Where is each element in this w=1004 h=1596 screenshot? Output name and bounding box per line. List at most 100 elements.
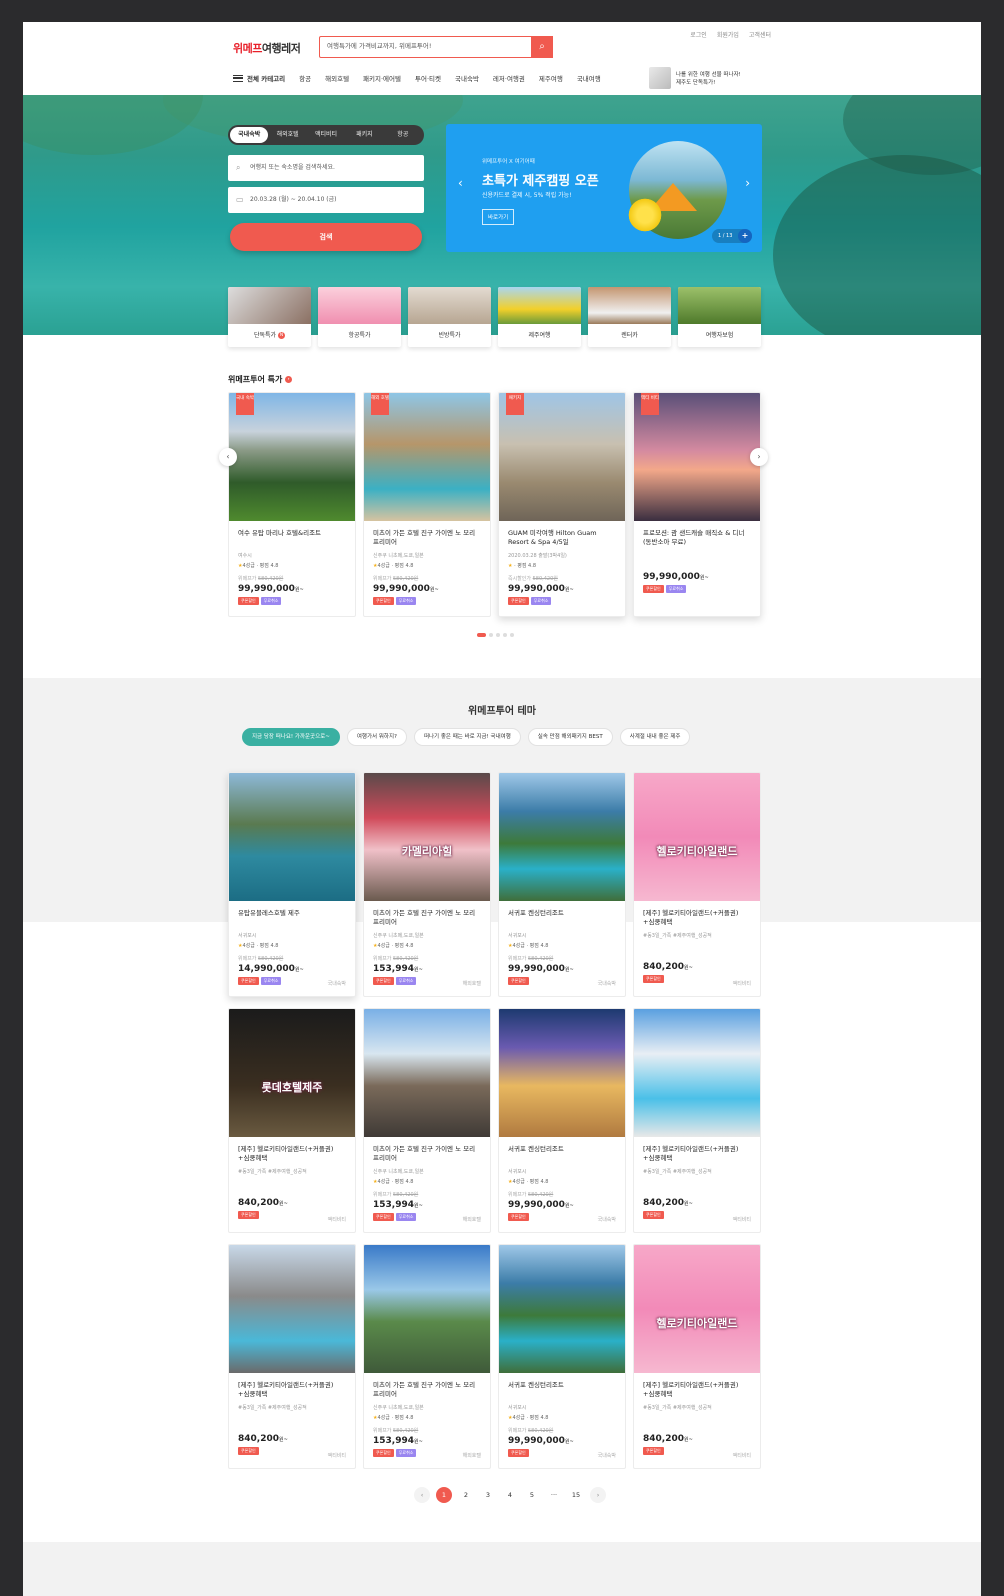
card-price-value: 840,200 xyxy=(238,1198,279,1208)
theme-card[interactable]: 카멜리아힐 미츠이 가든 호텔 진구 가이엔 노 모리 프리미어 신주쿠 니초메,도… xyxy=(363,772,491,997)
card-orig-label: 위메프가 xyxy=(373,956,392,962)
card-grade: ★4성급 · 평점 4.8 xyxy=(508,943,549,949)
quick-rentcar[interactable]: 렌터카 xyxy=(588,287,671,347)
all-category-button[interactable]: 전체 카테고리 xyxy=(233,73,285,83)
card-price-unit: 원~ xyxy=(429,587,439,593)
page-button[interactable]: 15 xyxy=(568,1487,584,1503)
tab-overseas-hotel[interactable]: 해외호텔 xyxy=(268,127,306,143)
card-orig-price: 580,420원 xyxy=(393,1428,419,1434)
special-card[interactable]: 해외 호텔 미츠이 가든 호텔 진구 가이엔 노 모리 프리미어 신주쿠 니초메,도… xyxy=(363,392,491,617)
card-tag-badge: 무료취소 xyxy=(395,1449,417,1457)
date-input[interactable]: ▭ 20.03.28 (월) ~ 20.04.10 (금) xyxy=(228,187,424,213)
banner-prev-icon[interactable]: ‹ xyxy=(458,176,463,190)
quick-vacancy[interactable]: 빈방특가 xyxy=(408,287,491,347)
nav-item[interactable]: 국내숙박 xyxy=(455,73,479,83)
theme-chip[interactable]: 여행가서 뭐하지? xyxy=(346,728,407,746)
card-tag-badge: 무료취소 xyxy=(530,597,552,605)
theme-title: 위메프투어 테마 xyxy=(468,706,536,717)
hero-search-button[interactable]: 검색 xyxy=(230,223,422,251)
card-grade xyxy=(238,1178,346,1184)
page-prev-button[interactable]: ‹ xyxy=(414,1487,430,1503)
theme-chip[interactable]: 사계절 내내 좋은 제주 xyxy=(619,728,691,746)
special-card[interactable]: 액티 비티 프로모션: 괌 샌드캐슬 매직쇼 & 디너 (동반소아 무료) 99,… xyxy=(633,392,761,617)
card-price-value: 99,990,000 xyxy=(508,964,565,974)
nav-item[interactable]: 항공 xyxy=(299,73,311,83)
tab-flight[interactable]: 항공 xyxy=(384,127,422,143)
page-button[interactable]: 5 xyxy=(524,1487,540,1503)
card-type: 액티비티 xyxy=(327,1217,346,1223)
card-price-value: 840,200 xyxy=(238,1434,279,1444)
special-card[interactable]: 패키지 GUAM 미각여행 Hilton Guam Resort & Spa 4/… xyxy=(498,392,626,617)
tab-activity[interactable]: 액티비티 xyxy=(307,127,345,143)
page-button[interactable]: 1 xyxy=(436,1487,452,1503)
theme-card[interactable]: 유탑유블레스호텔 제주 서귀포시 ★4성급 · 평점 4.8 위메프가 580,420… xyxy=(228,772,356,997)
logo-brand: 위메프 xyxy=(233,42,262,55)
help-link[interactable]: 고객센터 xyxy=(749,30,771,39)
banner-go-button[interactable]: 바로가기 xyxy=(482,209,515,225)
tab-domestic[interactable]: 국내숙박 xyxy=(230,127,269,143)
banner-sub: 위메프투어 X 여기어때 xyxy=(482,159,535,165)
quick-insurance[interactable]: 여행자보험 xyxy=(678,287,761,347)
card-price-unit: 원~ xyxy=(699,575,709,581)
page-button[interactable]: 3 xyxy=(480,1487,496,1503)
quick-image xyxy=(678,287,761,324)
search-button[interactable]: ⌕ xyxy=(531,36,553,58)
header-promo[interactable]: 나를 위한 여행 선물 떠나자! 제주도 단독특가! xyxy=(649,66,761,90)
plus-icon[interactable]: + xyxy=(738,229,752,243)
card-grade: ★4성급 · 평점 4.8 xyxy=(508,1415,549,1421)
theme-card[interactable]: 헬로키티아일랜드 [제주] 헬로키티아일랜드(+커플권) +심쿵혜택 #동3일_가족… xyxy=(633,772,761,997)
card-price: 153,994원~ xyxy=(373,964,481,974)
pagination: ‹ 1 2 3 4 5 ··· 15 › xyxy=(414,1487,606,1503)
card-image: 패키지 xyxy=(499,393,625,521)
quick-exclusive[interactable]: 단독특가 N xyxy=(228,287,311,347)
page-button[interactable]: 2 xyxy=(458,1487,474,1503)
nav-item[interactable]: 패키지·에어텔 xyxy=(363,73,401,83)
nav-item[interactable]: 제주여행 xyxy=(539,73,563,83)
nav-item[interactable]: 투어·티켓 xyxy=(415,73,441,83)
nav-item[interactable]: 레저·여행권 xyxy=(493,73,525,83)
tab-package[interactable]: 패키지 xyxy=(345,127,383,143)
theme-card[interactable]: 서귀포 켄싱턴리조트 서귀포시 ★4성급 · 평점 4.8 위메프가 580,420원… xyxy=(498,1244,626,1469)
nav-item[interactable]: 해외호텔 xyxy=(325,73,349,83)
card-orig xyxy=(643,564,751,570)
quick-jeju[interactable]: 제주여행 xyxy=(498,287,581,347)
page-next-button[interactable]: › xyxy=(590,1487,606,1503)
card-tag-badge: 쿠폰할인 xyxy=(643,1211,664,1219)
card-location: 여수시 xyxy=(238,553,252,559)
special-next-icon[interactable]: › xyxy=(750,448,768,466)
card-location: 서귀포시 xyxy=(508,933,527,939)
all-category-label: 전체 카테고리 xyxy=(247,75,286,83)
card-location: 신주쿠 니초메,도쿄,일본 xyxy=(373,933,424,939)
nav-item[interactable]: 국내여행 xyxy=(577,73,601,83)
theme-chip[interactable]: 지금 당장 떠나요! 가까운곳으로~ xyxy=(242,728,340,746)
destination-input[interactable]: ⌕ 여행지 또는 숙소명을 검색하세요. xyxy=(228,155,424,181)
card-price-unit: 원~ xyxy=(294,967,304,973)
special-prev-icon[interactable]: ‹ xyxy=(219,448,237,466)
theme-chip[interactable]: 실속 만점 해외패키지 BEST xyxy=(527,728,613,746)
util-links: 로그인 회원가입 고객센터 xyxy=(690,30,771,39)
theme-card[interactable]: [제주] 헬로키티아일랜드(+커플권) +심쿵혜택 #동3일_가족 #제주여행_성… xyxy=(228,1244,356,1469)
signup-link[interactable]: 회원가입 xyxy=(717,30,739,39)
main-banner[interactable]: ‹ › 위메프투어 X 여기어때 초특가 제주캠핑 오픈 신용카드로 결제 시,… xyxy=(446,124,762,252)
theme-card[interactable]: 서귀포 켄싱턴리조트 서귀포시 ★4성급 · 평점 4.8 위메프가 580,420원… xyxy=(498,772,626,997)
page-button[interactable]: 4 xyxy=(502,1487,518,1503)
quick-label: 단독특가 xyxy=(253,332,277,339)
theme-card[interactable]: 헬로키티아일랜드 [제주] 헬로키티아일랜드(+커플권) +심쿵혜택 #동3일_가족… xyxy=(633,1244,761,1469)
special-card[interactable]: 국내 숙박 여수 유탑 마리나 호텔&리조트 여수시 ★4성급 · 평점 4.8 위메프… xyxy=(228,392,356,617)
theme-card[interactable]: 서귀포 켄싱턴리조트 서귀포시 ★4성급 · 평점 4.8 위메프가 580,420원… xyxy=(498,1008,626,1233)
search-input[interactable]: 여행특가에 가격비교까지, 위메프투어! ⌕ xyxy=(319,36,553,58)
search-placeholder: 여행특가에 가격비교까지, 위메프투어! xyxy=(327,42,432,50)
theme-card[interactable]: 미츠이 가든 호텔 진구 가이엔 노 모리 프리미어 신주쿠 니초메,도쿄,일본 ★… xyxy=(363,1008,491,1233)
theme-chip[interactable]: 떠나기 좋은 때는 바로 지금! 국내여행 xyxy=(413,728,521,746)
card-orig: 위메프가 580,420원 xyxy=(373,575,481,582)
quick-flight[interactable]: 항공특가 xyxy=(318,287,401,347)
banner-next-icon[interactable]: › xyxy=(745,176,750,190)
theme-card[interactable]: 롯데호텔제주 [제주] 헬로키티아일랜드(+커플권) +심쿵혜택 #동3일_가족 #… xyxy=(228,1008,356,1233)
card-price: 153,994원~ xyxy=(373,1200,481,1210)
card-type: 국내숙박 xyxy=(597,1217,616,1223)
card-image: 액티 비티 xyxy=(634,393,760,521)
theme-card[interactable]: [제주] 헬로키티아일랜드(+커플권) +심쿵혜택 #동3일_가족 #제주여행_성… xyxy=(633,1008,761,1233)
logo[interactable]: 위메프여행레저 xyxy=(233,40,301,56)
login-link[interactable]: 로그인 xyxy=(690,30,707,39)
theme-card[interactable]: 미츠이 가든 호텔 진구 가이엔 노 모리 프리미어 신주쿠 니초메,도쿄,일본 ★… xyxy=(363,1244,491,1469)
